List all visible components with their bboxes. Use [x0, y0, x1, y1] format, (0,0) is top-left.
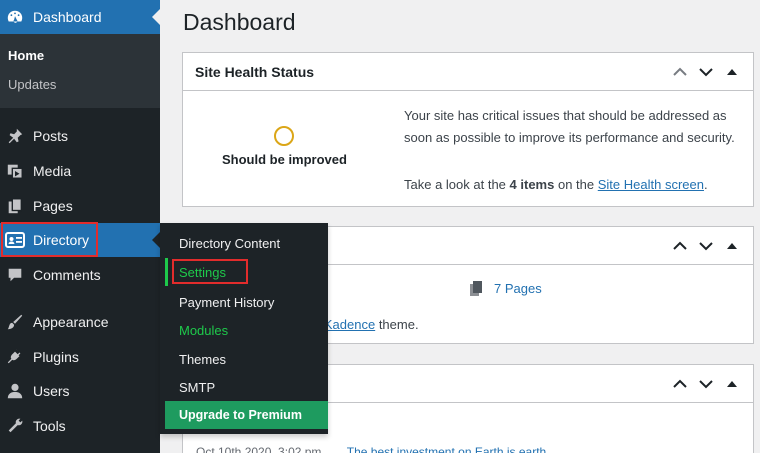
move-up-icon[interactable]: [669, 61, 691, 83]
move-down-icon[interactable]: [695, 373, 717, 395]
pin-icon: [5, 126, 25, 146]
widget-header: Site Health Status: [183, 53, 753, 91]
action-text: Take a look at the: [404, 177, 506, 192]
menu-comments-label: Comments: [33, 267, 101, 283]
theme-line: g Kadence theme.: [313, 317, 419, 332]
menu-plugins-label: Plugins: [33, 349, 79, 365]
health-status-indicator: [274, 126, 294, 146]
flyout-smtp[interactable]: SMTP: [179, 380, 215, 395]
menu-appearance[interactable]: Appearance: [0, 310, 160, 334]
admin-sidebar: Dashboard Home Updates Posts Media Pages…: [0, 0, 160, 453]
dashboard-submenu: Home Updates: [0, 34, 160, 108]
pages-icon: [470, 281, 484, 302]
collapse-toggle-icon[interactable]: [721, 373, 743, 395]
menu-users[interactable]: Users: [0, 379, 160, 403]
wrench-icon: [5, 416, 25, 436]
site-health-widget: Site Health Status Should be improved Yo…: [182, 52, 754, 207]
pages-icon: [5, 196, 25, 216]
move-down-icon[interactable]: [695, 61, 717, 83]
menu-media[interactable]: Media: [0, 159, 160, 183]
menu-posts[interactable]: Posts: [0, 124, 160, 148]
active-indicator: [165, 258, 168, 286]
page-title: Dashboard: [183, 9, 296, 35]
move-down-icon[interactable]: [695, 235, 717, 257]
activity-row: Oct 10th 2020, 3:02 pm The best investme…: [196, 445, 546, 453]
menu-plugins[interactable]: Plugins: [0, 345, 160, 369]
menu-tools-label: Tools: [33, 418, 66, 434]
menu-pages[interactable]: Pages: [0, 194, 160, 218]
action-text-mid: on the: [557, 177, 595, 192]
submenu-updates[interactable]: Updates: [8, 77, 56, 92]
health-status-text: Should be improved: [222, 152, 347, 167]
theme-link[interactable]: Kadence: [324, 317, 375, 332]
flyout-directory-content[interactable]: Directory Content: [179, 236, 280, 251]
plug-icon: [5, 347, 25, 367]
user-icon: [5, 381, 25, 401]
activity-date: Oct 10th 2020, 3:02 pm: [196, 445, 322, 453]
menu-users-label: Users: [33, 383, 70, 399]
period: .: [703, 177, 708, 192]
items-count: 4 items: [509, 177, 555, 192]
activity-post-link[interactable]: The best investment on Earth is earth: [347, 445, 546, 453]
directory-highlight-box: [1, 222, 98, 257]
pages-count-link[interactable]: 7 Pages: [494, 281, 542, 296]
health-action-line: Take a look at the 4 items on the Site H…: [404, 177, 708, 192]
menu-dashboard-label: Dashboard: [33, 9, 102, 25]
dashboard-icon: [5, 7, 25, 27]
submenu-home[interactable]: Home: [8, 48, 44, 63]
move-up-icon[interactable]: [669, 373, 691, 395]
brush-icon: [5, 312, 25, 332]
widget-title: Site Health Status: [195, 63, 315, 80]
menu-dashboard[interactable]: Dashboard: [0, 0, 160, 34]
menu-tools[interactable]: Tools: [0, 414, 160, 438]
upgrade-to-premium-button[interactable]: Upgrade to Premium: [165, 401, 328, 429]
settings-highlight-box: [172, 259, 248, 284]
health-message: Your site has critical issues that shoul…: [404, 108, 735, 145]
menu-pages-label: Pages: [33, 198, 73, 214]
menu-media-label: Media: [33, 163, 72, 179]
menu-appearance-label: Appearance: [33, 314, 109, 330]
theme-text-post: theme.: [378, 317, 419, 332]
collapse-toggle-icon[interactable]: [721, 61, 743, 83]
site-health-link[interactable]: Site Health screen: [598, 177, 704, 192]
menu-comments[interactable]: Comments: [0, 263, 160, 287]
flyout-themes[interactable]: Themes: [179, 352, 226, 367]
directory-flyout-menu: Directory Content Settings Payment Histo…: [160, 223, 328, 434]
flyout-modules[interactable]: Modules: [179, 323, 228, 338]
comment-icon: [5, 265, 25, 285]
move-up-icon[interactable]: [669, 235, 691, 257]
flyout-payment-history[interactable]: Payment History: [179, 295, 274, 310]
collapse-toggle-icon[interactable]: [721, 235, 743, 257]
media-icon: [5, 161, 25, 181]
menu-posts-label: Posts: [33, 128, 69, 144]
